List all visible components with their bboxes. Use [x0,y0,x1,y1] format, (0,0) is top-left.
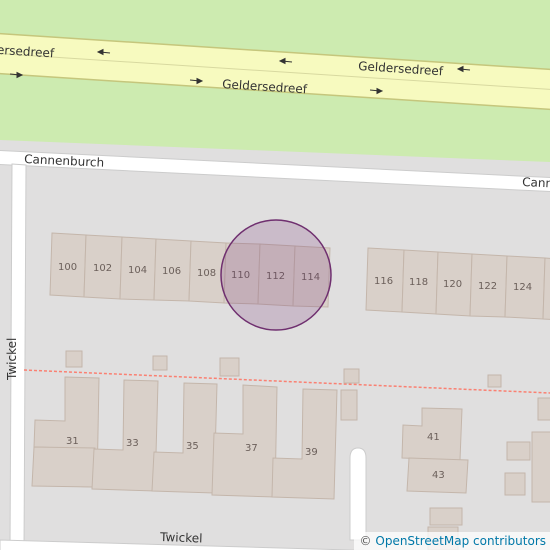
osm-attribution-link[interactable]: OpenStreetMap contributors [375,534,546,548]
house-number: 35 [186,441,199,452]
house-number: 116 [374,276,393,287]
house-number: 104 [128,265,147,276]
house-number: 106 [162,266,181,277]
building [340,389,358,421]
building [211,384,278,498]
building [343,368,360,384]
map-canvas[interactable]: Geldersedreef Geldersedreef Geldersedree… [0,0,550,550]
map-attribution: © OpenStreetMap contributors [353,532,550,550]
house-number: 108 [197,268,216,279]
building [219,357,240,377]
building [271,388,338,500]
building [537,397,550,421]
building [531,431,550,503]
house-number: 33 [126,438,139,449]
house-number: 37 [245,443,258,454]
house-number: 43 [432,470,445,481]
service-path [349,447,367,541]
house-number: 118 [409,277,428,288]
building [65,350,83,368]
house-number: 39 [305,447,318,458]
house-number: 124 [513,282,532,293]
house-number: 100 [58,262,77,273]
road-label-twickel-horizontal: Twickel [159,530,203,546]
building [506,441,531,461]
house-number: 31 [66,436,79,447]
building [151,382,218,494]
copyright-symbol: © [359,534,372,548]
building [31,446,96,488]
road-label-twickel-vertical: Twickel [5,338,19,381]
building [504,472,526,496]
house-number: 102 [93,263,112,274]
building [91,379,159,492]
house-number: 41 [427,432,440,443]
house-number: 120 [443,279,462,290]
footpath [23,369,550,394]
location-marker[interactable] [220,219,332,331]
house-number: 122 [478,281,497,292]
building [429,507,463,526]
building [152,355,168,371]
building [487,374,502,388]
road-label-cannenburch: Cannenburch [24,152,105,170]
